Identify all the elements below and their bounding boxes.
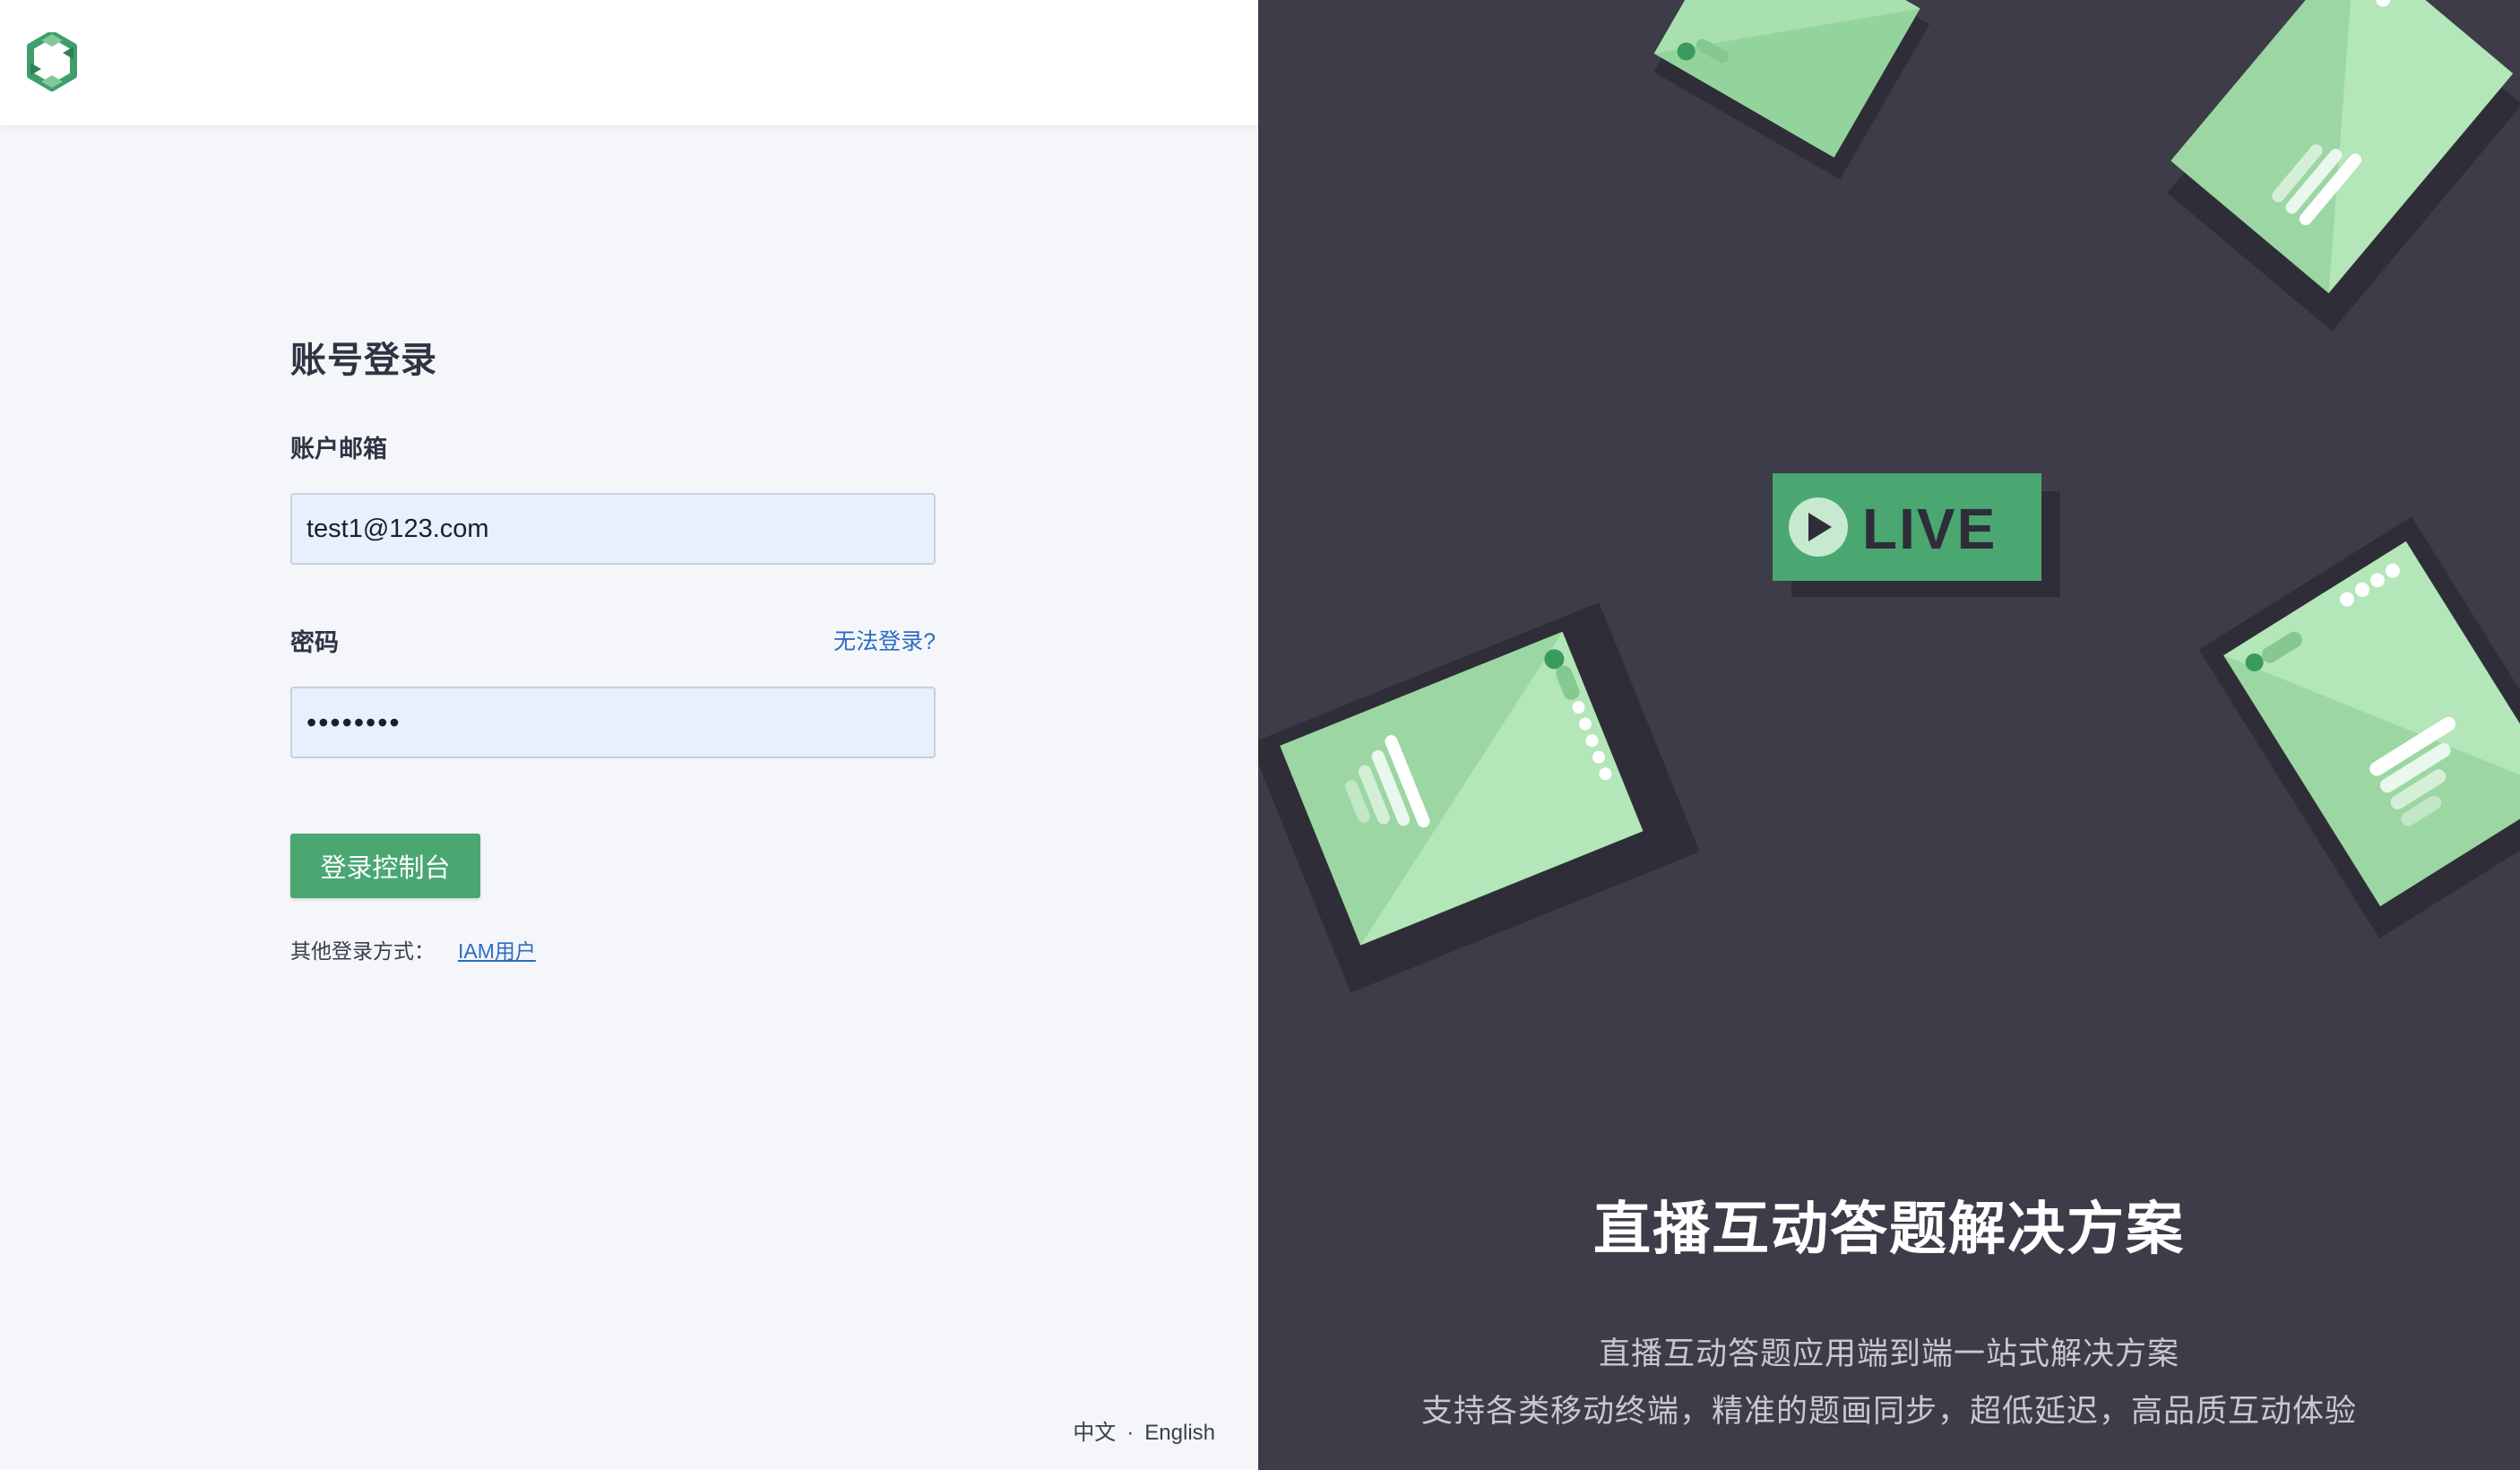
iam-user-link[interactable]: IAM用户	[458, 939, 536, 963]
hero-description-line-2: 支持各类移动终端，精准的题画同步，超低延迟，高品质互动体验	[1420, 1394, 2357, 1429]
brand-logo-icon[interactable]	[27, 32, 77, 91]
hero-title: 直播互动答题解决方案	[1593, 1197, 2185, 1261]
other-login-label: 其他登录方式：	[290, 939, 435, 963]
password-label-row: 密码 无法登录?	[290, 622, 936, 658]
lang-chinese-option[interactable]: 中文	[1073, 1421, 1116, 1445]
live-badge-icon: LIVE	[1773, 473, 2060, 597]
login-console-button[interactable]: 登录控制台	[290, 834, 480, 898]
email-label: 账户邮箱	[290, 435, 387, 463]
email-label-row: 账户邮箱	[290, 428, 936, 464]
cannot-login-link[interactable]: 无法登录?	[833, 624, 936, 656]
lang-english-option[interactable]: English	[1144, 1421, 1215, 1445]
hero-panel: LIVE 直播互动答题解决方案 直播互动答题应用端到端一站式解决方案 支持各类移…	[1258, 0, 2520, 1470]
lang-separator: ·	[1126, 1421, 1135, 1445]
top-bar	[0, 0, 1258, 125]
phone-illustration-top	[1653, 0, 1930, 180]
login-panel: 账号登录 账户邮箱 密码 无法登录? 登录控制台 其他登录方式： IAM用户 中文…	[0, 0, 1258, 1470]
svg-text:LIVE: LIVE	[1862, 497, 1997, 561]
phone-illustration-right	[2198, 516, 2520, 938]
login-form: 账号登录 账户邮箱 密码 无法登录? 登录控制台 其他登录方式： IAM用户	[290, 332, 936, 964]
form-title: 账号登录	[290, 341, 437, 380]
other-login-methods: 其他登录方式： IAM用户	[290, 934, 936, 964]
password-input[interactable]	[290, 687, 936, 758]
phone-illustration-top-right	[2167, 0, 2520, 332]
login-page: 账号登录 账户邮箱 密码 无法登录? 登录控制台 其他登录方式： IAM用户 中文…	[0, 0, 2520, 1470]
hero-description-line-1: 直播互动答题应用端到端一站式解决方案	[1598, 1336, 2179, 1371]
language-switcher: 中文 · English	[1073, 1414, 1215, 1446]
phone-illustration-left	[1258, 602, 1700, 993]
email-input[interactable]	[290, 493, 936, 565]
password-label: 密码	[290, 628, 339, 656]
